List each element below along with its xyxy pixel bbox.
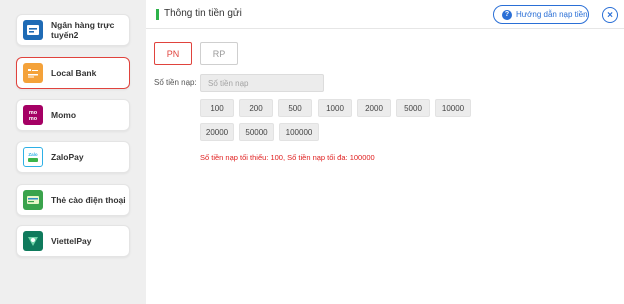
quick-amount-20000[interactable]: 20000: [200, 123, 234, 141]
quick-amount-1000[interactable]: 1000: [318, 99, 352, 117]
sidebar-item-zalopay[interactable]: Zalo ZaloPay: [16, 141, 130, 173]
quick-amount-200[interactable]: 200: [239, 99, 273, 117]
tab-pn[interactable]: PN: [154, 42, 192, 65]
quick-amount-500[interactable]: 500: [278, 99, 312, 117]
quick-amount-5000[interactable]: 5000: [396, 99, 430, 117]
quick-amount-10000[interactable]: 10000: [435, 99, 471, 117]
close-button[interactable]: ×: [602, 7, 618, 23]
zalopay-icon: Zalo: [23, 147, 43, 167]
tab-rp[interactable]: RP: [200, 42, 238, 65]
deposit-guide-button[interactable]: ? Hướng dẫn nạp tiền: [493, 5, 589, 24]
deposit-limit-text: Số tiền nạp tối thiểu: 100, Số tiền nạp …: [200, 153, 375, 162]
sidebar-item-label: Thẻ cào điện thoại: [51, 195, 126, 205]
quick-amount-2000[interactable]: 2000: [357, 99, 391, 117]
momo-icon: mo mo: [23, 105, 43, 125]
payment-method-sidebar: Ngân hàng trực tuyến2 Local Bank mo mo Mo…: [0, 0, 146, 304]
phone-card-icon: [23, 190, 43, 210]
sidebar-item-label: Ngân hàng trực tuyến2: [51, 20, 115, 40]
title-accent-bar: [156, 9, 159, 20]
deposit-guide-label: Hướng dẫn nạp tiền: [516, 10, 588, 19]
viettelpay-icon: [23, 231, 43, 251]
svg-text:Zalo: Zalo: [28, 152, 38, 157]
quick-amount-50000[interactable]: 50000: [239, 123, 274, 141]
sidebar-item-online-bank[interactable]: Ngân hàng trực tuyến2: [16, 14, 130, 46]
sidebar-item-momo[interactable]: mo mo Momo: [16, 99, 130, 131]
sidebar-item-phone-card[interactable]: Thẻ cào điện thoại: [16, 184, 130, 216]
amount-label: Số tiền nạp:: [154, 78, 197, 87]
help-icon: ?: [502, 9, 512, 20]
sidebar-item-label: ViettelPay: [51, 236, 92, 246]
close-icon: ×: [607, 9, 613, 21]
amount-input[interactable]: [200, 74, 324, 92]
sidebar-item-label: Local Bank: [51, 68, 97, 78]
page-title: Thông tin tiền gửi: [164, 8, 242, 19]
deposit-panel: Thông tin tiền gửi ? Hướng dẫn nạp tiền …: [146, 0, 624, 304]
sidebar-item-label: ZaloPay: [51, 152, 84, 162]
sidebar-item-label: Momo: [51, 110, 77, 120]
online-bank-icon: [23, 20, 43, 40]
quick-amount-100000[interactable]: 100000: [279, 123, 319, 141]
sidebar-item-local-bank[interactable]: Local Bank: [16, 57, 130, 89]
local-bank-icon: [23, 63, 43, 83]
svg-text:mo: mo: [29, 116, 38, 122]
quick-amount-100[interactable]: 100: [200, 99, 234, 117]
sidebar-item-viettelpay[interactable]: ViettelPay: [16, 225, 130, 257]
panel-header: Thông tin tiền gửi ? Hướng dẫn nạp tiền …: [146, 0, 624, 29]
